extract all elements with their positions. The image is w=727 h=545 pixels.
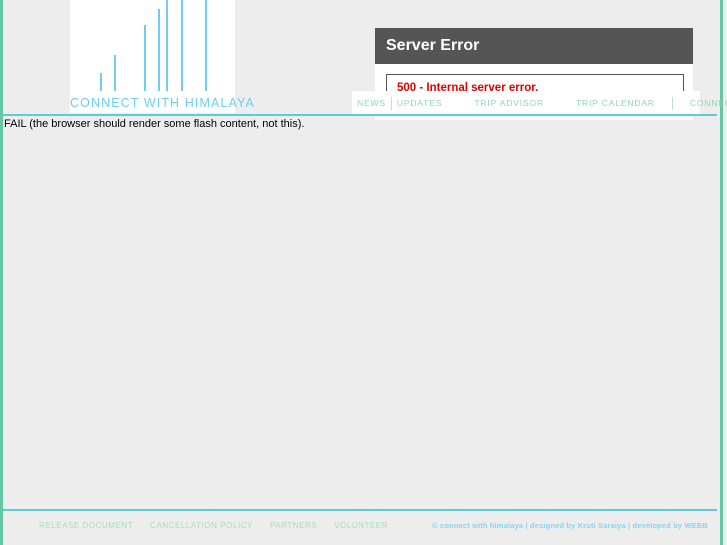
footer-link-release-document[interactable]: RELEASE DOCUMENT [39, 522, 133, 530]
nav-separator [671, 96, 673, 110]
main-navigation: NEWS UPDATES TRIP ADVISOR TRIP CALENDAR … [352, 91, 727, 115]
page-right-rule [720, 0, 723, 545]
nav-item-trip-advisor[interactable]: TRIP ADVISOR [469, 99, 549, 108]
main-content-area [3, 131, 717, 509]
footer-link-cancellation-policy[interactable]: CANCELLATION POLICY [150, 522, 253, 530]
flash-fallback-message: FAIL (the browser should render some fla… [4, 118, 305, 130]
footer-links: RELEASE DOCUMENT CANCELLATION POLICY PAR… [39, 522, 405, 530]
header-divider-rule [3, 114, 717, 116]
mountain-bars-icon [88, 0, 234, 91]
site-footer: RELEASE DOCUMENT CANCELLATION POLICY PAR… [3, 511, 717, 545]
footer-link-partners[interactable]: PARTNERS [270, 522, 317, 530]
nav-item-updates[interactable]: UPDATES [392, 99, 447, 108]
nav-item-trip-calendar[interactable]: TRIP CALENDAR [571, 99, 660, 108]
footer-credit: © connect with himalaya | designed by Kr… [432, 521, 708, 530]
server-error-title: Server Error [375, 28, 693, 64]
nav-item-news[interactable]: NEWS [352, 99, 391, 108]
nav-item-connect-with-us[interactable]: CONNECT WITH US [685, 99, 727, 108]
site-logo[interactable]: CONNECT WITH HIMALAYA [70, 0, 255, 113]
logo-wordmark: CONNECT WITH HIMALAYA [70, 96, 255, 110]
footer-link-volunteer[interactable]: VOLUNTEER [334, 522, 388, 530]
